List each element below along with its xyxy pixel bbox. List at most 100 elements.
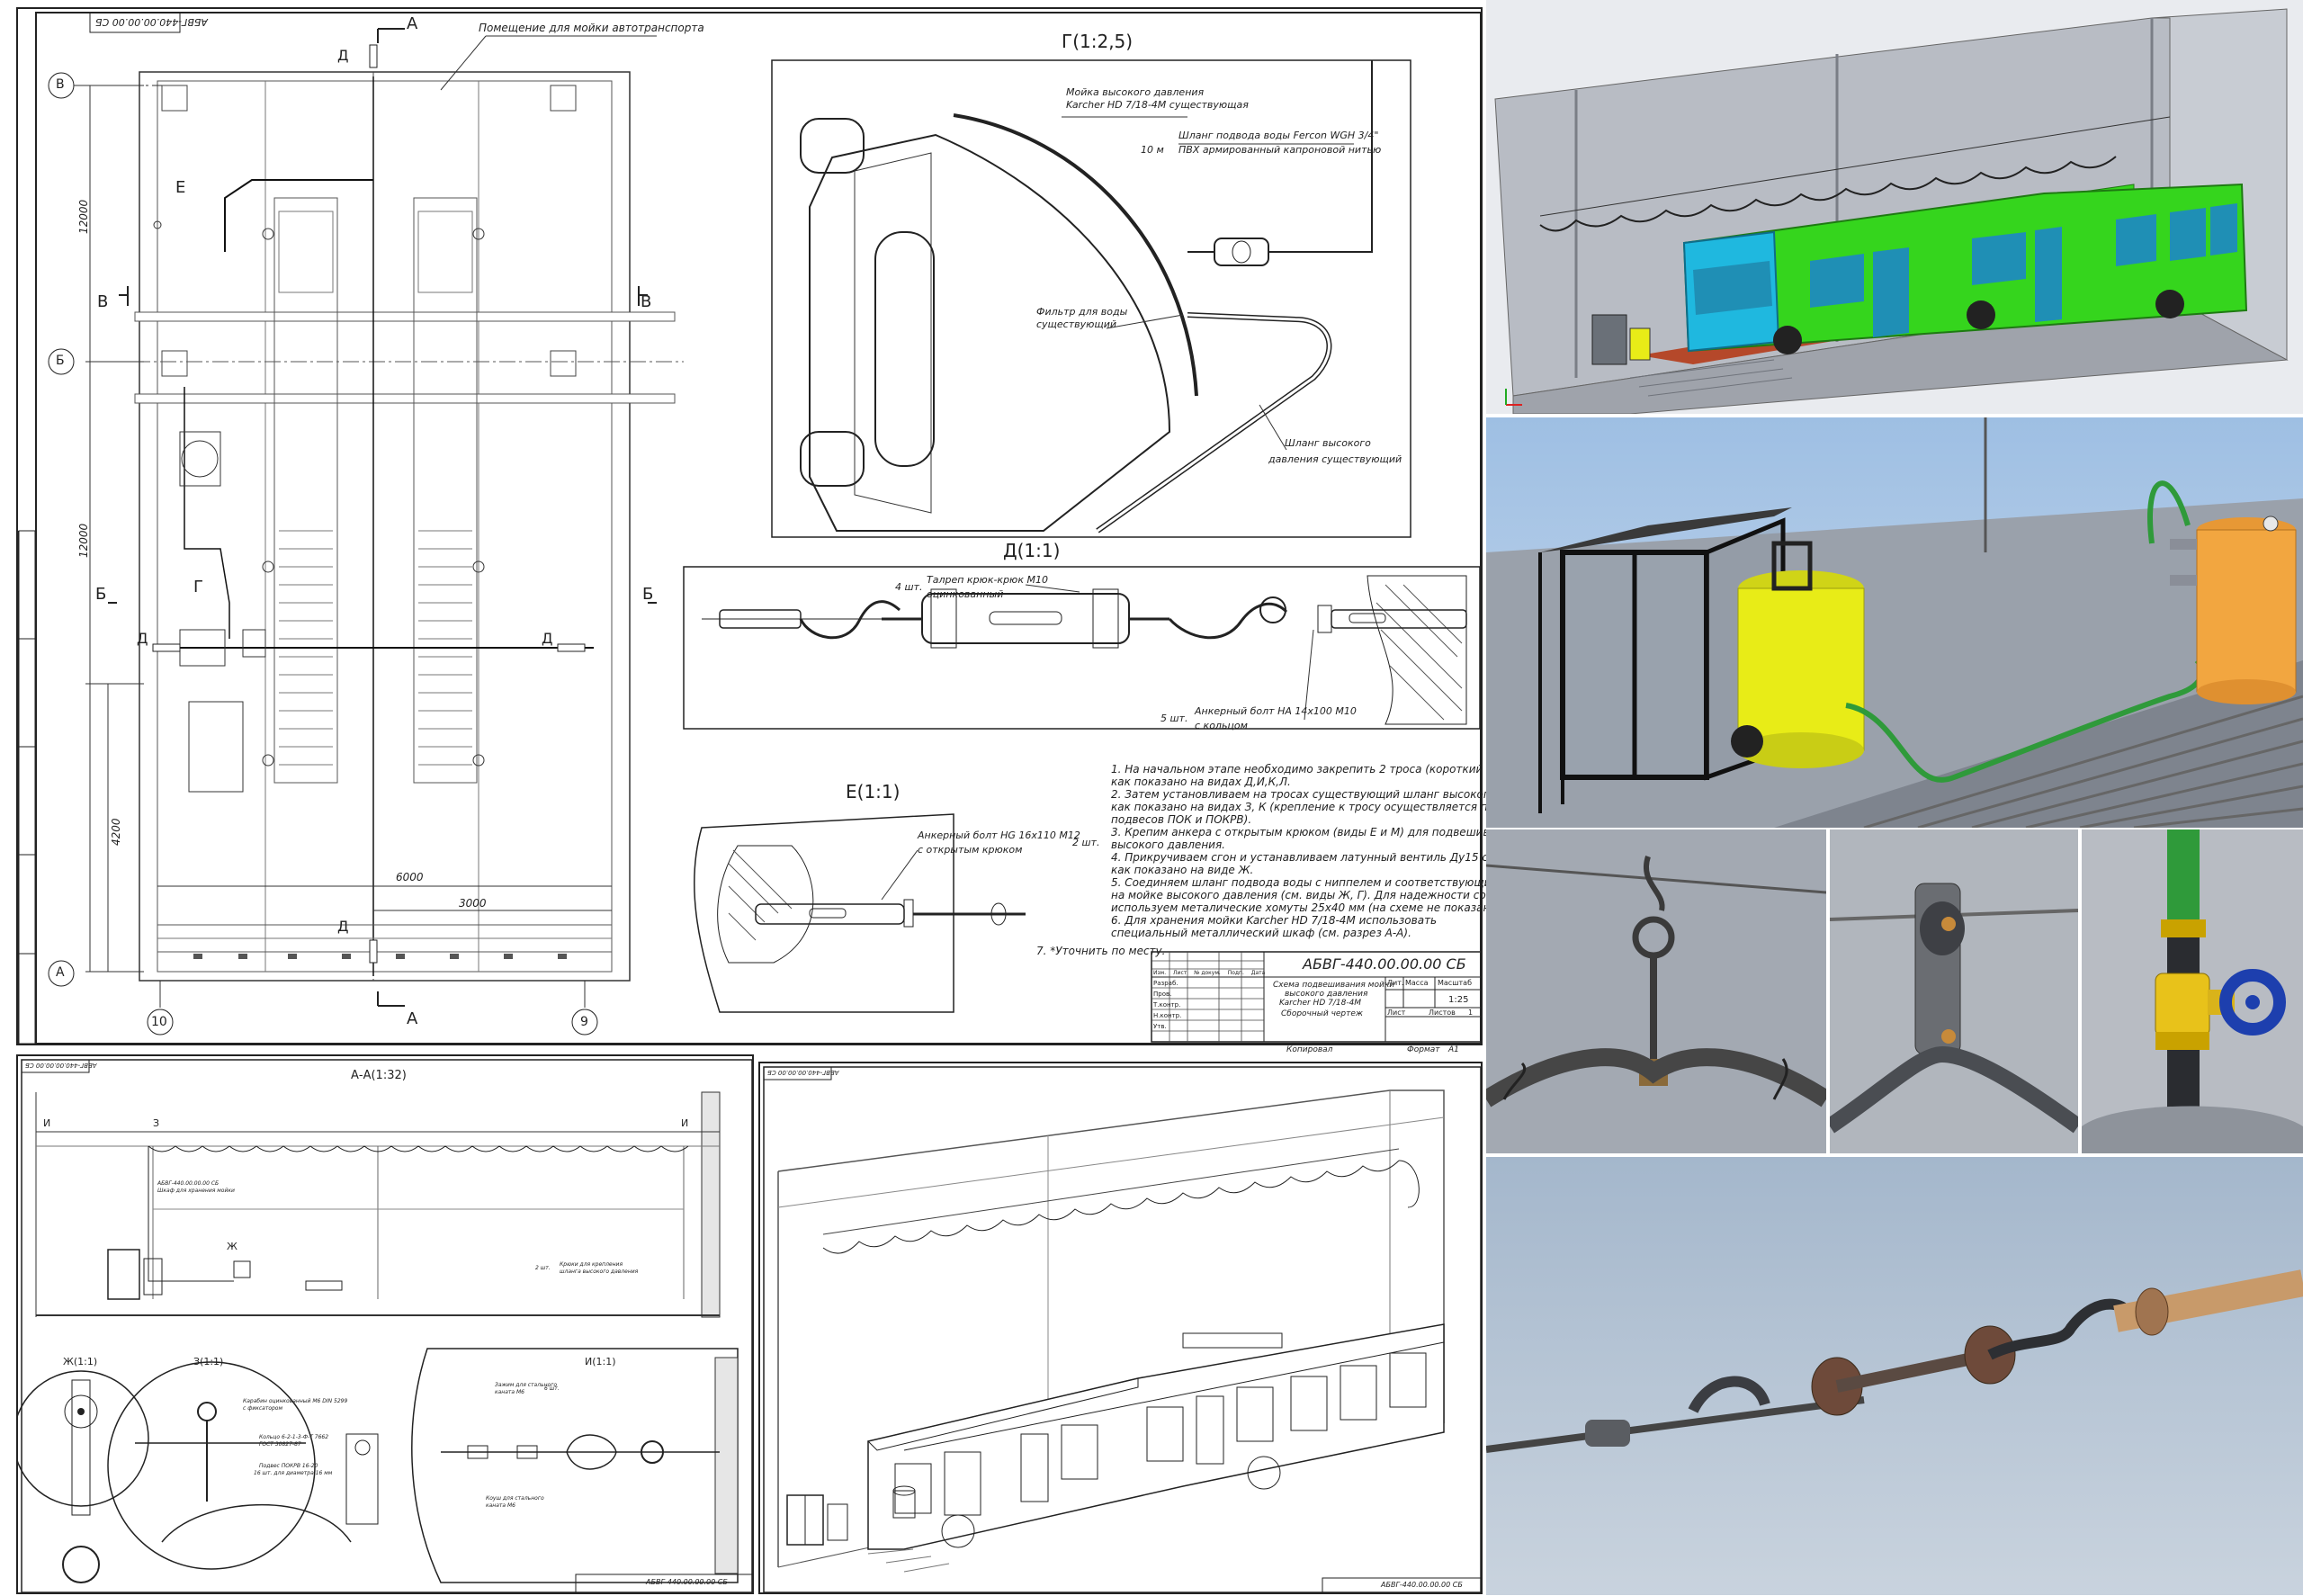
title-block-scale-header: Масштаб	[1438, 979, 1473, 987]
view-b-marker-right: Б	[642, 585, 654, 604]
render-bus-bay-svg	[1486, 0, 2303, 414]
view-g-hp-hose-note: давления существующий	[1268, 453, 1402, 465]
view-b-marker-left: Б	[95, 585, 107, 604]
render-ring-hanger-svg	[1486, 829, 1826, 1153]
render-boiler	[1486, 417, 2303, 828]
section-label-zh: Ж	[227, 1241, 237, 1252]
view-v-marker-left: В	[97, 292, 109, 311]
view-g-washer-model: Karcher HD 7/18-4M существующая	[1066, 99, 1249, 111]
detail-i-thimble-note: каната М6	[486, 1502, 515, 1509]
isometric-sheet-code: АБВГ-440.00.00.00 СБ	[767, 1069, 839, 1076]
axis-a-bubble: А	[56, 965, 65, 980]
view-e-title: Е(1:1)	[846, 781, 901, 802]
view-g-hose-material: ПВХ армированный капроновой нитью	[1178, 144, 1382, 156]
axis-9-bubble: 9	[580, 1015, 588, 1029]
dim-3000: 3000	[459, 897, 487, 910]
title-block-format: Формат	[1407, 1045, 1440, 1054]
title-block-copied: Копировал	[1286, 1045, 1333, 1054]
isometric-sheet: АБВГ-440.00.00.00 СБ АБВГ-440.00.00.00 С…	[758, 1062, 1483, 1594]
title-block-sheets: Листов	[1429, 1009, 1456, 1017]
view-g-hose-label: Шланг подвода воды Fercon WGH 3/4"	[1178, 130, 1379, 141]
view-e-marker: Е	[175, 178, 186, 197]
title-block-col-doc: № докум.	[1194, 970, 1221, 976]
detail-zh-title: Ж(1:1)	[63, 1356, 98, 1367]
title-block-name-2: высокого давления	[1285, 990, 1368, 999]
title-block-code: АБВГ-440.00.00.00 СБ	[1303, 955, 1466, 973]
view-d-turnbuckle-finish: оцинкованный	[927, 588, 1004, 600]
view-d-title: Д(1:1)	[1003, 540, 1061, 561]
title-block-format-value: А1	[1448, 1045, 1459, 1054]
detail-z-carabiner: Карабин оцинкованный М6 DIN 5299	[243, 1398, 348, 1404]
axis-10-bubble: 10	[151, 1015, 167, 1029]
axis-b-bubble: Б	[56, 354, 65, 368]
view-d-anchor-qty: 5 шт.	[1160, 713, 1188, 724]
title-block-sheet: Лист	[1387, 1009, 1406, 1017]
title-block-col-change: Изм.	[1153, 970, 1167, 976]
section-stamp: АБВГ-440.00.00.00 СБ	[646, 1578, 728, 1586]
section-sheet-code: АБВГ-440.00.00.00 СБ	[25, 1062, 97, 1069]
section-label-i-left: И	[43, 1117, 51, 1129]
axis-v-bubble: В	[56, 77, 65, 92]
isometric-stamp: АБВГ-440.00.00.00 СБ	[1381, 1581, 1463, 1589]
dim-6000: 6000	[396, 871, 424, 883]
render-valve-svg	[2082, 829, 2303, 1153]
view-d-turnbuckle-label: Талреп крюк-крюк М10	[927, 574, 1048, 586]
section-cabinet-code: АБВГ-440.00.00.00 СБ	[157, 1180, 220, 1187]
detail-z-hanger: Подвес ПОКРВ 16-20	[259, 1463, 318, 1469]
title-block-col-sign: Подп.	[1227, 970, 1244, 976]
view-g-filter-label: Фильтр для воды	[1036, 306, 1128, 318]
view-d-anchor-ring: с кольцом	[1195, 720, 1248, 731]
view-v-marker-right: В	[641, 292, 652, 311]
role-checker: Пров.	[1153, 991, 1172, 998]
view-d-marker-bottom: Д	[337, 918, 349, 935]
section-a-top: А	[407, 14, 418, 33]
render-ring-hanger	[1486, 829, 1826, 1153]
title-block-name-4: Сборочный чертеж	[1281, 1009, 1364, 1018]
render-clamp-svg	[1830, 829, 2078, 1153]
detail-i-clamp-note: каната М6	[495, 1389, 524, 1395]
title-block-scale: 1:25	[1448, 995, 1469, 1005]
title-block-lit: Лит.	[1387, 979, 1404, 987]
dim-4200: 4200	[110, 818, 122, 846]
section-label-i-right: И	[681, 1117, 689, 1129]
dim-12000-upper: 12000	[77, 199, 90, 234]
view-d-anchor-label: Анкерный болт НА 14х100 М10	[1195, 705, 1357, 717]
dim-12000-lower: 12000	[77, 523, 90, 558]
view-g-washer-label: Мойка высокого давления	[1066, 86, 1205, 98]
title-block-roles: Разраб. Пров. Т.контр. Н.контр. Утв.	[1153, 978, 1181, 1032]
render-clamp	[1830, 829, 2078, 1153]
render-turnbuckle	[1486, 1157, 2303, 1595]
render-turnbuckle-svg	[1486, 1157, 2303, 1595]
section-sheet: АБВГ-440.00.00.00 СБ А-А(1:32) И З И Ж А…	[16, 1054, 754, 1594]
view-g-marker: Г	[193, 578, 203, 596]
role-developer: Разраб.	[1153, 980, 1178, 987]
render-boiler-svg	[1486, 417, 2303, 828]
section-title: А-А(1:32)	[351, 1069, 407, 1082]
view-e-anchor-qty: 2 шт.	[1072, 837, 1100, 848]
frame-code: АБВГ-440.00.00.00 СБ	[95, 16, 208, 28]
section-hooks-label: Крюки для крепления	[560, 1261, 623, 1268]
isometric-sheet-svg	[763, 1066, 1482, 1593]
room-label: Помещение для мойки автотранспорта	[479, 22, 704, 34]
note-7: 7. *Уточнить по месту.	[1036, 945, 1166, 957]
section-label-z: З	[153, 1117, 160, 1129]
main-drawing-sheet: АБВГ-440.00.00.00 СБ Помещение для мойки…	[16, 7, 1563, 1054]
detail-z-hanger-note: 16 шт. для диаметра 16 мм	[254, 1470, 333, 1476]
title-block-mass: Масса	[1405, 979, 1429, 987]
section-cabinet-label: Шкаф для хранения мойки	[157, 1188, 235, 1194]
render-valve	[2082, 829, 2303, 1153]
section-a-bottom: А	[407, 1009, 418, 1028]
detail-z-carabiner-note: с фиксатором	[243, 1405, 283, 1412]
title-block-sheets-count: 1	[1468, 1009, 1474, 1017]
view-d-marker-top: Д	[337, 47, 349, 64]
title-block-col-date: Дата	[1250, 970, 1266, 976]
detail-i-thimble: Коуш для стального	[486, 1495, 544, 1502]
view-e-anchor-label: Анкерный болт HG 16х110 М12	[918, 829, 1080, 841]
view-e-anchor-hook: с открытым крюком	[918, 844, 1023, 856]
view-g-hose-length: 10 м	[1141, 144, 1164, 156]
view-g-hp-hose-label: Шланг высокого	[1285, 437, 1371, 449]
detail-z-title: З(1:1)	[193, 1356, 224, 1367]
view-d-marker-right: Д	[542, 630, 553, 647]
view-g-title: Г(1:2,5)	[1062, 31, 1134, 52]
role-tech-control: Т.контр.	[1153, 1001, 1181, 1009]
